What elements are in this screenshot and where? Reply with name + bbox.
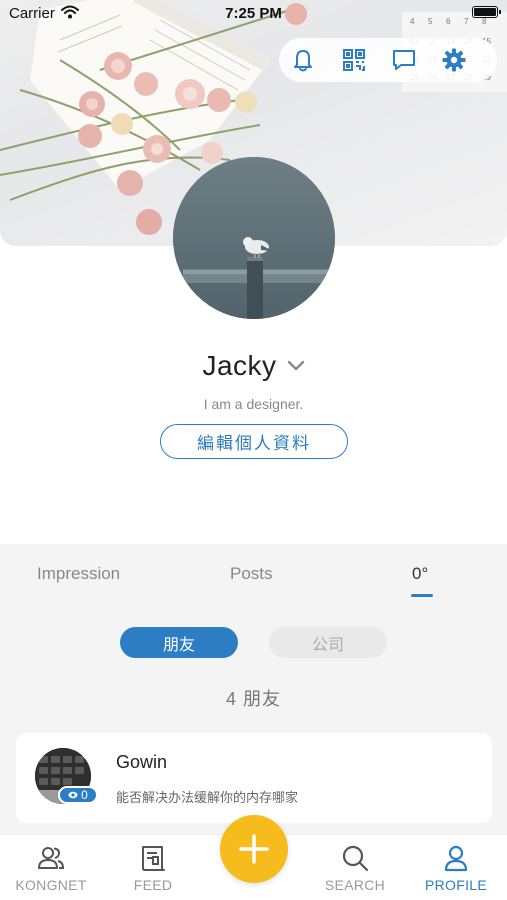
message-icon[interactable] [391, 47, 417, 73]
search-icon [342, 845, 369, 872]
profile-content: Impression Posts 0° 朋友 公司 4 朋友 0 Gowin 能… [0, 544, 507, 834]
profile-toolbar [279, 38, 497, 82]
avatar[interactable] [173, 157, 335, 319]
friend-name: Gowin [116, 752, 168, 772]
nav-feed-label: FEED [133, 877, 173, 893]
eye-icon [68, 791, 78, 799]
nav-search[interactable]: SEARCH [310, 843, 400, 893]
active-tab-indicator [411, 594, 433, 597]
list-item[interactable]: 0 Gowin 能否解决办法缓解你的内存哪家 [16, 733, 492, 823]
nav-kongnet-label: KONGNET [15, 877, 87, 893]
nav-search-label: SEARCH [324, 877, 386, 893]
friend-status: 能否解决办法缓解你的内存哪家 [116, 790, 299, 805]
friend-badge: 0 [58, 786, 98, 804]
friend-count: 4 朋友 [225, 689, 281, 709]
avatar-photo [173, 157, 335, 319]
tab-friends-degree[interactable]: 0° [412, 564, 428, 584]
nav-feed[interactable]: FEED [108, 843, 198, 893]
nav-profile[interactable]: PROFILE [411, 843, 501, 893]
user-name-row[interactable]: Jacky [0, 348, 507, 384]
friend-badge-count: 0 [81, 788, 88, 802]
people-icon [38, 847, 65, 869]
plus-icon [239, 834, 269, 864]
tab-impression[interactable]: Impression [37, 564, 120, 584]
gear-icon[interactable] [441, 47, 467, 73]
user-bio: I am a designer. [203, 396, 304, 412]
tab-posts[interactable]: Posts [230, 564, 273, 584]
user-name: Jacky [202, 350, 277, 381]
status-bar: Carrier 7:25 PM [0, 0, 507, 28]
clock: 7:25 PM [225, 5, 282, 22]
feed-icon [142, 846, 165, 871]
profile-screen: 45678 1112131415 1819202122 2526272829 [0, 0, 507, 900]
edit-profile-button[interactable]: 編輯個人資料 [160, 424, 348, 459]
add-post-button[interactable] [220, 815, 288, 883]
chevron-down-icon[interactable] [287, 360, 305, 372]
segment-company[interactable]: 公司 [269, 627, 387, 658]
qr-scan-icon[interactable] [341, 47, 367, 73]
nav-kongnet[interactable]: KONGNET [6, 843, 96, 893]
bell-icon[interactable] [290, 47, 316, 73]
segment-friends[interactable]: 朋友 [120, 627, 238, 658]
nav-profile-label: PROFILE [424, 877, 487, 893]
user-icon [444, 845, 468, 872]
battery-icon [472, 6, 501, 18]
